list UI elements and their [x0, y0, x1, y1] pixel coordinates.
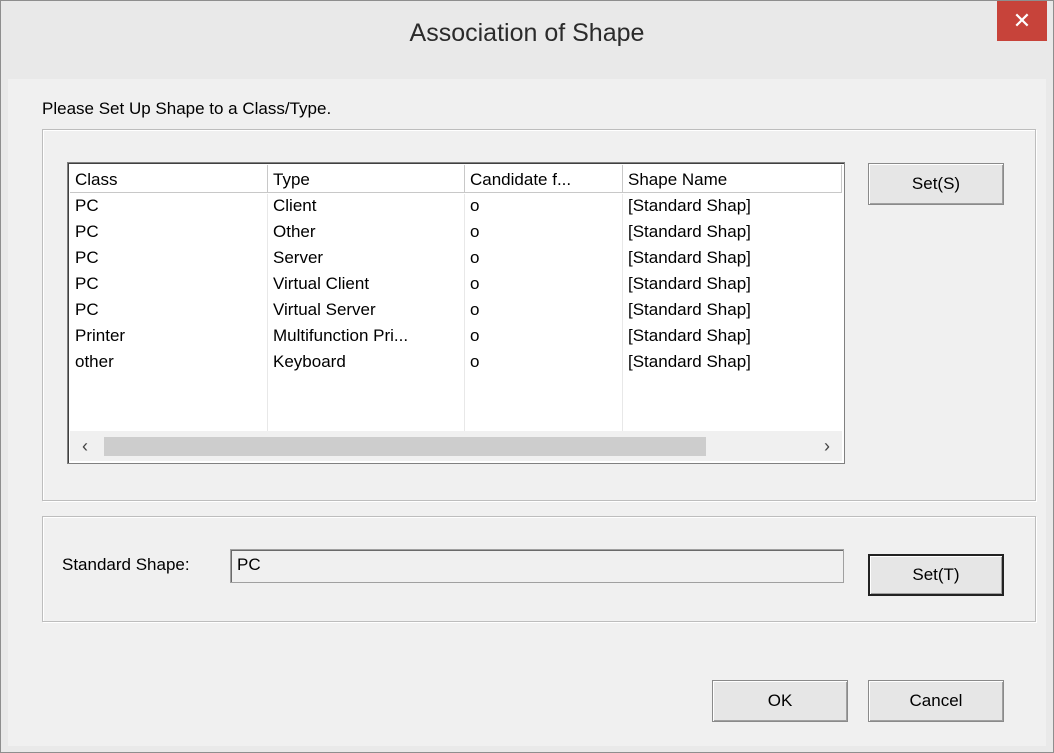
table-row[interactable]: PC Virtual Server o [Standard Shap] — [70, 298, 842, 324]
cell-shape-name: [Standard Shap] — [628, 222, 751, 241]
chevron-left-icon: ‹ — [82, 435, 88, 456]
cell-candidate: o — [470, 274, 480, 293]
scroll-right-button[interactable]: › — [812, 431, 842, 461]
table-row[interactable]: other Keyboard o [Standard Shap] — [70, 350, 842, 376]
table-row[interactable]: PC Server o [Standard Shap] — [70, 246, 842, 272]
column-header-shape-name[interactable]: Shape Name — [623, 165, 842, 193]
horizontal-scrollbar[interactable]: ‹ › — [70, 431, 842, 461]
scrollbar-thumb[interactable] — [104, 437, 706, 456]
column-header-type[interactable]: Type — [268, 165, 465, 193]
cell-candidate: o — [470, 352, 480, 371]
shape-association-list[interactable]: Class Type Candidate f... Shape Name PC … — [67, 162, 845, 464]
cell-class: Printer — [75, 326, 126, 345]
title-bar: Association of Shape ✕ — [1, 1, 1053, 79]
close-button[interactable]: ✕ — [997, 1, 1047, 41]
set-s-button[interactable]: Set(S) — [868, 163, 1004, 205]
close-icon: ✕ — [1012, 8, 1032, 33]
column-header-class[interactable]: Class — [70, 165, 268, 193]
list-header: Class Type Candidate f... Shape Name — [70, 165, 842, 193]
cell-type: Virtual Client — [273, 274, 370, 293]
standard-shape-label: Standard Shape: — [62, 555, 190, 574]
cell-shape-name: [Standard Shap] — [628, 326, 751, 345]
cell-class: PC — [75, 274, 99, 293]
cell-candidate: o — [470, 222, 480, 241]
standard-shape-field: PC — [230, 549, 844, 583]
cell-type: Other — [273, 222, 316, 241]
dialog-window: Association of Shape ✕ Please Set Up Sha… — [0, 0, 1054, 753]
cell-candidate: o — [470, 326, 480, 345]
cell-class: PC — [75, 196, 99, 215]
cell-type: Client — [273, 196, 317, 215]
cancel-button[interactable]: Cancel — [868, 680, 1004, 722]
table-row[interactable]: PC Virtual Client o [Standard Shap] — [70, 272, 842, 298]
cell-class: other — [75, 352, 114, 371]
instruction-label: Please Set Up Shape to a Class/Type. — [42, 99, 332, 118]
cell-type: Multifunction Pri... — [273, 326, 409, 345]
cell-type: Keyboard — [273, 352, 346, 371]
cell-shape-name: [Standard Shap] — [628, 196, 751, 215]
dialog-body: Please Set Up Shape to a Class/Type. Cla… — [8, 79, 1046, 746]
cell-candidate: o — [470, 248, 480, 267]
cell-candidate: o — [470, 300, 480, 319]
cell-type: Virtual Server — [273, 300, 376, 319]
chevron-right-icon: › — [824, 435, 830, 456]
column-header-candidate[interactable]: Candidate f... — [465, 165, 623, 193]
cell-class: PC — [75, 248, 99, 267]
cell-shape-name: [Standard Shap] — [628, 352, 751, 371]
ok-button[interactable]: OK — [712, 680, 848, 722]
table-row[interactable]: Printer Multifunction Pri... o [Standard… — [70, 324, 842, 350]
list-body: PC Client o [Standard Shap] PC Other o [… — [70, 194, 842, 431]
cell-shape-name: [Standard Shap] — [628, 274, 751, 293]
cell-class: PC — [75, 300, 99, 319]
cell-shape-name: [Standard Shap] — [628, 300, 751, 319]
cell-class: PC — [75, 222, 99, 241]
table-row[interactable]: PC Other o [Standard Shap] — [70, 220, 842, 246]
cell-candidate: o — [470, 196, 480, 215]
table-row[interactable]: PC Client o [Standard Shap] — [70, 194, 842, 220]
scroll-left-button[interactable]: ‹ — [70, 431, 100, 461]
cell-type: Server — [273, 248, 324, 267]
dialog-title: Association of Shape — [409, 19, 645, 47]
set-t-button[interactable]: Set(T) — [868, 554, 1004, 596]
cell-shape-name: [Standard Shap] — [628, 248, 751, 267]
